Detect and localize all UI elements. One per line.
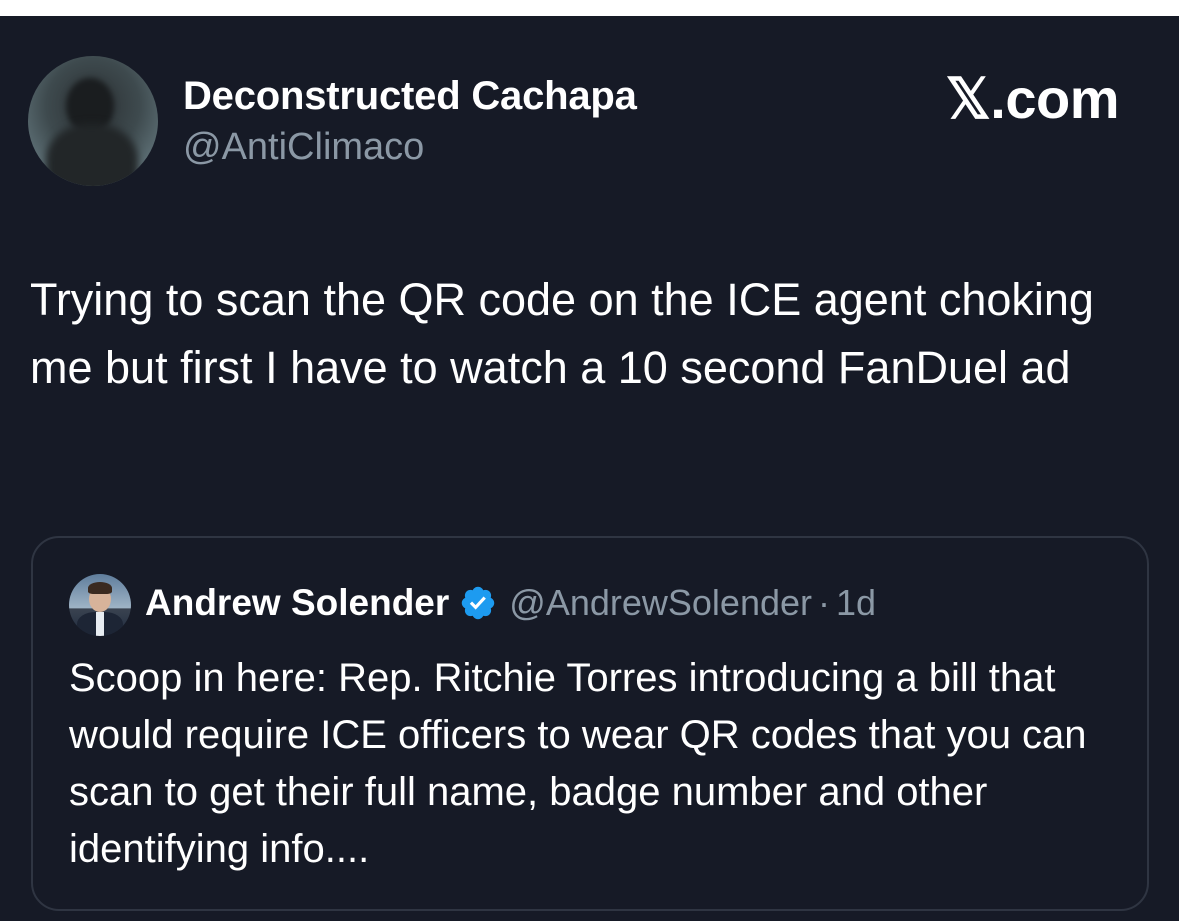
quoted-post-text: Scoop in here: Rep. Ritchie Torres intro… [69, 656, 1087, 871]
quoted-author-display-name[interactable]: Andrew Solender [145, 582, 449, 624]
post-text: Trying to scan the QR code on the ICE ag… [30, 274, 1094, 393]
avatar-silhouette-body [46, 124, 138, 186]
author-avatar[interactable] [28, 56, 158, 186]
quoted-post-timestamp[interactable]: 1d [836, 582, 876, 624]
header-separator: · [818, 582, 830, 623]
x-brand-logo: 𝕏.com [945, 67, 1120, 130]
author-handle[interactable]: @AntiClimaco [183, 126, 424, 169]
post-card: Deconstructed Cachapa @AntiClimaco 𝕏.com… [0, 16, 1179, 921]
quoted-author-avatar[interactable] [69, 574, 131, 636]
quoted-post-header: Andrew Solender @AndrewSolender · 1d [145, 582, 876, 624]
avatar-shirt [96, 612, 104, 636]
verified-badge-icon [459, 584, 497, 622]
avatar-hair [88, 582, 112, 594]
author-display-name[interactable]: Deconstructed Cachapa [183, 74, 637, 119]
quoted-author-handle[interactable]: @AndrewSolender [509, 582, 812, 624]
quoted-post-card[interactable]: Andrew Solender @AndrewSolender · 1d Sco… [31, 536, 1149, 911]
